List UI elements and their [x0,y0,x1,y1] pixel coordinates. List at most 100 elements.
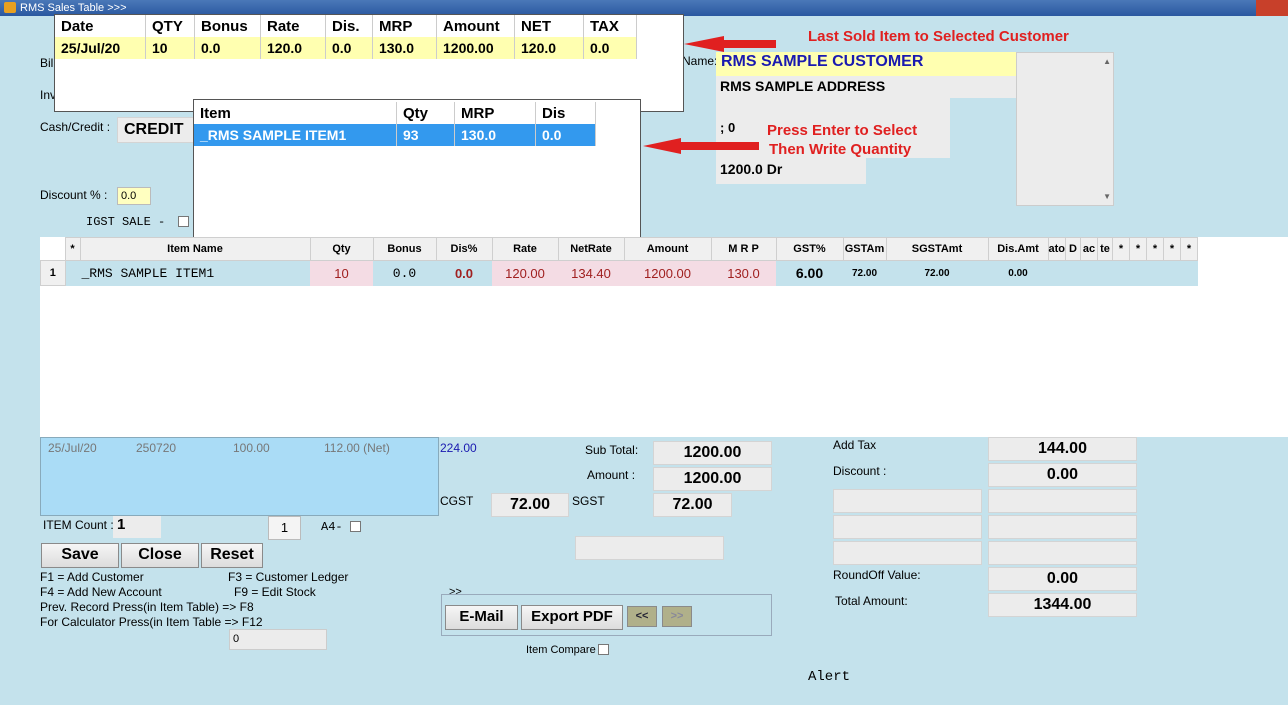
col-amount: Amount [623,237,712,261]
cell: 93 [396,124,455,146]
cell: 0.0 [535,124,596,146]
export-group-label: >> [449,586,462,598]
cash-credit-field[interactable]: CREDIT [117,117,195,143]
cell: _RMS SAMPLE ITEM1 [194,124,397,146]
col-gstam: GSTAm [842,237,887,261]
cell: 0.0 [194,37,261,59]
cgst-field: 72.00 [491,493,569,517]
amount-label: Amount : [587,468,636,482]
history-panel[interactable]: 25/Jul/20 250720 100.00 112.00 (Net) [40,437,439,516]
cell-gstam[interactable]: 72.00 [843,260,886,286]
sgst-label: SGST [572,494,605,508]
total-field: 1344.00 [988,593,1137,617]
col-dis-pct: Dis% [435,237,493,261]
prev-button[interactable]: << [627,606,657,627]
cell-bonus[interactable]: 0.0 [373,260,436,286]
cash-credit-label: Cash/Credit : [40,120,111,134]
col-star: * [1129,237,1147,261]
table-row[interactable]: 1 _RMS SAMPLE ITEM1 10 0.0 0.0 120.00 13… [40,260,1198,286]
next-button[interactable]: >> [662,606,692,627]
discount-total-field: 0.00 [988,463,1137,487]
item-popup-header: Item Qty MRP Dis [194,102,596,124]
customer-scroll-panel[interactable]: ▲ ▼ [1016,52,1114,206]
cell-disamt[interactable]: 0.00 [988,260,1048,286]
col-date: Date [55,15,146,37]
addtax-field: 144.00 [988,437,1137,461]
cell-dis[interactable]: 0.0 [436,260,492,286]
bill-label: Bil [40,56,54,70]
cell-mrp[interactable]: 130.0 [711,260,776,286]
item-grid[interactable]: * Item Name Qty Bonus Dis% Rate NetRate … [40,237,1288,437]
help-f9: F9 = Edit Stock [234,585,316,599]
annotation-arrow-press-enter [643,138,763,154]
cell: 0.0 [583,37,637,59]
col-bonus: Bonus [194,15,261,37]
cell-sgstamt[interactable]: 72.00 [886,260,988,286]
a4-checkbox[interactable] [350,521,361,532]
last-sold-row[interactable]: 25/Jul/20 10 0.0 120.0 0.0 130.0 1200.00… [55,37,637,59]
help-f12: For Calculator Press(in Item Table => F1… [40,615,263,629]
col-dis-amt: Dis.Amt [987,237,1049,261]
cgst-label: CGST [440,494,474,508]
col-star: * [1112,237,1130,261]
help-f4: F4 = Add New Account [40,585,162,599]
item-count-field: 1 [113,516,161,538]
window-title: RMS Sales Table >>> [20,2,127,14]
cell-item-name[interactable]: _RMS SAMPLE ITEM1 [65,260,310,286]
col-star: * [64,237,81,261]
help-f8: Prev. Record Press(in Item Table) => F8 [40,600,254,614]
last-sold-header: Date QTY Bonus Rate Dis. MRP Amount NET … [55,15,637,37]
item-select-popup: Item Qty MRP Dis _RMS SAMPLE ITEM1 93 13… [193,99,641,239]
subtotal-field: 1200.00 [653,441,772,465]
reset-button[interactable]: Reset [201,543,263,568]
col-rate: Rate [260,15,326,37]
sgst-field: 72.00 [653,493,732,517]
page-box[interactable]: 1 [268,516,301,540]
cell: 120.0 [514,37,584,59]
col-d: D [1065,237,1081,261]
addtax-label: Add Tax [833,438,877,452]
scroll-up-icon[interactable]: ▲ [1103,57,1111,66]
save-button[interactable]: Save [41,543,119,568]
col-bonus: Bonus [372,237,437,261]
blank-field [833,489,982,513]
item-compare-checkbox[interactable] [598,644,609,655]
item-popup-row[interactable]: _RMS SAMPLE ITEM1 93 130.0 0.0 [194,124,596,146]
close-window-button[interactable] [1256,0,1288,16]
blank-field [833,541,982,565]
discount-input[interactable]: 0.0 [117,187,151,205]
close-button[interactable]: Close [121,543,199,568]
history-code: 250720 [136,441,177,455]
discount-label: Discount % : [40,188,108,202]
annotation-last-sold: Last Sold Item to Selected Customer [808,28,1069,45]
customer-address: RMS SAMPLE ADDRESS [720,78,886,94]
cell-amount[interactable]: 1200.00 [624,260,711,286]
customer-name-field[interactable]: RMS SAMPLE CUSTOMER [716,52,1016,76]
cell-gst[interactable]: 6.00 [776,260,843,286]
col-mrp: MRP [372,15,437,37]
a4-label: A4- [321,520,343,534]
col-amount: Amount [436,15,515,37]
export-pdf-button[interactable]: Export PDF [521,605,623,630]
calculator-field[interactable]: 0 [229,629,327,650]
history-val2: 112.00 (Net) [324,441,390,455]
cell-netrate[interactable]: 134.40 [558,260,624,286]
cell-qty[interactable]: 10 [310,260,373,286]
last-sold-popup: Date QTY Bonus Rate Dis. MRP Amount NET … [54,14,684,112]
cell: 0.0 [325,37,373,59]
col-qty: QTY [145,15,195,37]
app-icon [4,2,16,13]
blank-field [988,489,1137,513]
cell: 25/Jul/20 [55,37,146,59]
customer-name: RMS SAMPLE CUSTOMER [721,53,924,70]
blank-field [988,541,1137,565]
email-button[interactable]: E-Mail [445,605,518,630]
scroll-down-icon[interactable]: ▼ [1103,192,1111,201]
total-label: Total Amount: [835,594,908,608]
col-item: Item [194,102,397,124]
col-dis: Dis. [325,15,373,37]
cell-rate[interactable]: 120.00 [492,260,558,286]
col-mrp: MRP [454,102,536,124]
col-mrp: M R P [710,237,777,261]
igst-checkbox[interactable] [178,216,189,227]
